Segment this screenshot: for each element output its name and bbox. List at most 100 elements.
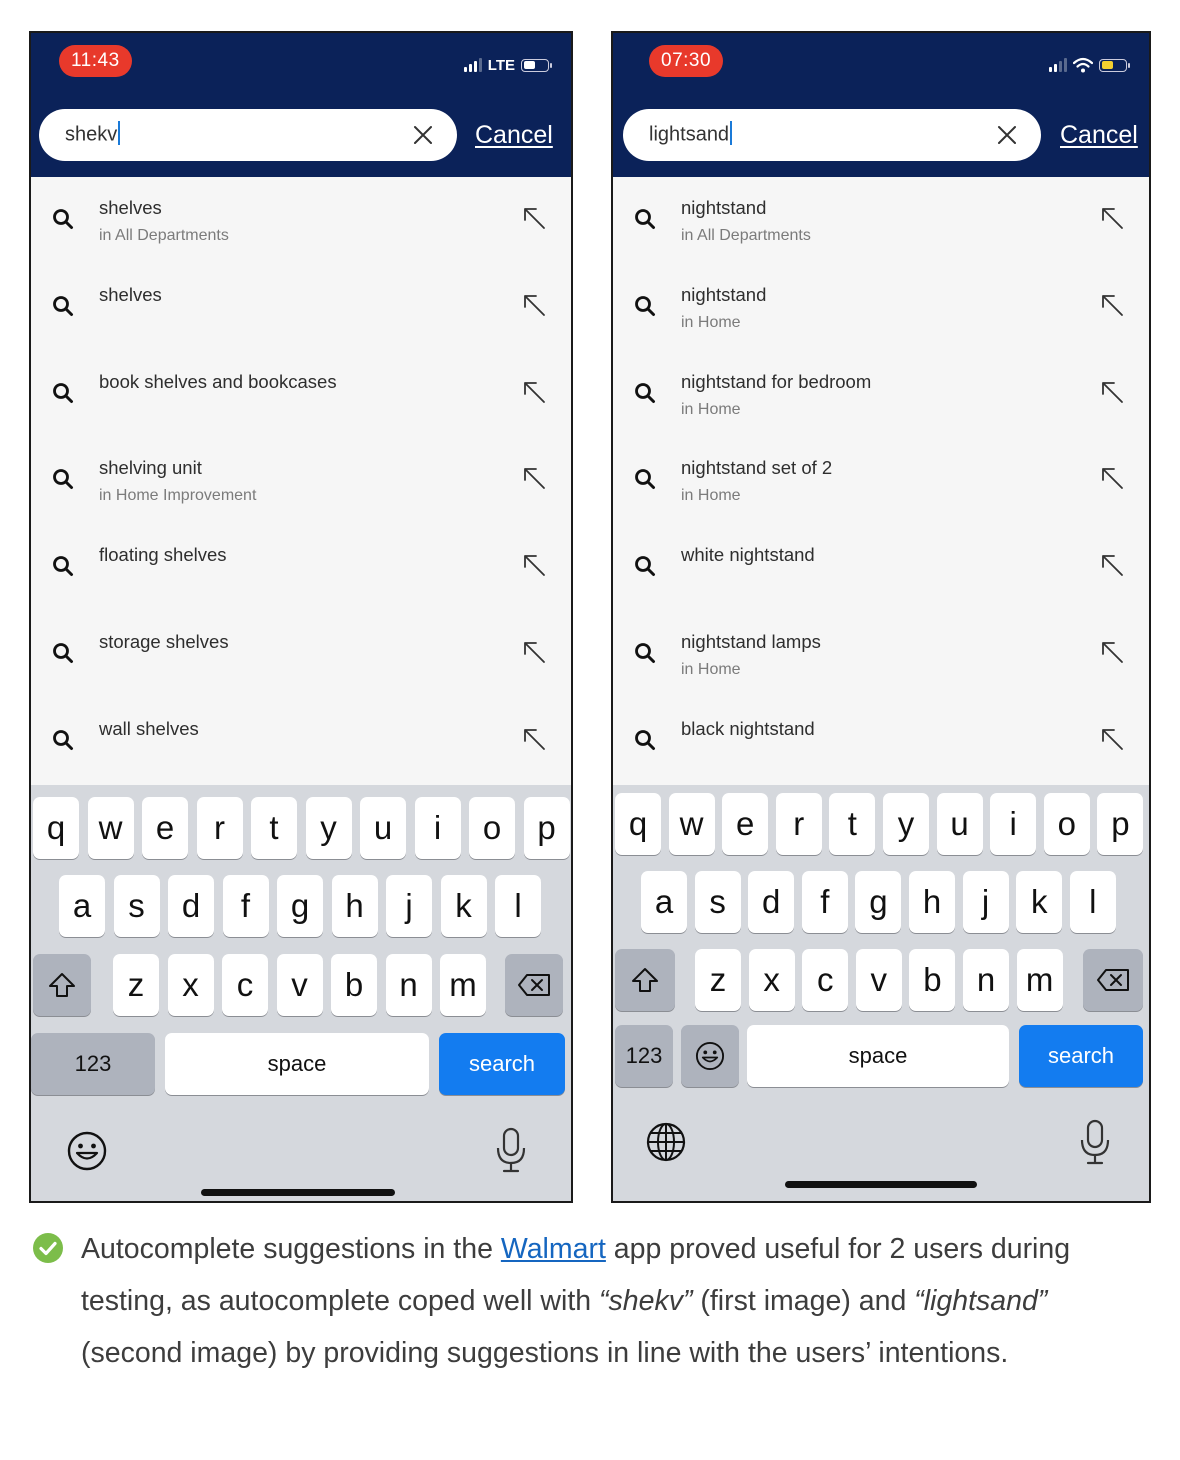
key-j[interactable]: j	[386, 875, 432, 937]
key-b[interactable]: b	[331, 954, 377, 1016]
key-o[interactable]: o	[469, 797, 515, 859]
fill-query-arrow-icon[interactable]	[521, 552, 547, 578]
key-e[interactable]: e	[722, 793, 769, 855]
key-y[interactable]: y	[305, 797, 352, 859]
space-key[interactable]: space	[165, 1033, 429, 1095]
fill-query-arrow-icon[interactable]	[1099, 205, 1125, 231]
fill-query-arrow-icon[interactable]	[521, 639, 547, 665]
space-key[interactable]: space	[747, 1025, 1009, 1087]
suggestion-item[interactable]: shelves in All Departments	[31, 177, 571, 264]
search-key[interactable]: search	[1019, 1025, 1143, 1087]
fill-query-arrow-icon[interactable]	[1099, 726, 1125, 752]
emoji-icon-button[interactable]	[65, 1129, 109, 1173]
walmart-link[interactable]: Walmart	[501, 1233, 606, 1265]
emoji-key[interactable]	[681, 1025, 739, 1087]
key-l[interactable]: l	[1069, 871, 1116, 933]
search-key[interactable]: search	[439, 1033, 565, 1095]
key-h[interactable]: h	[909, 871, 955, 933]
key-f[interactable]: f	[801, 871, 848, 933]
key-h[interactable]: h	[331, 875, 378, 937]
suggestion-item[interactable]: book shelves and bookcases	[31, 351, 571, 438]
fill-query-arrow-icon[interactable]	[1099, 379, 1125, 405]
key-k[interactable]: k	[440, 875, 487, 937]
clear-icon[interactable]	[995, 123, 1019, 147]
key-z[interactable]: z	[113, 954, 159, 1016]
key-r[interactable]: r	[775, 793, 822, 855]
fill-query-arrow-icon[interactable]	[521, 292, 547, 318]
key-v[interactable]: v	[276, 954, 323, 1016]
key-o[interactable]: o	[1043, 793, 1090, 855]
cancel-button[interactable]: Cancel	[475, 121, 553, 150]
key-z[interactable]: z	[695, 949, 741, 1011]
key-t[interactable]: t	[251, 797, 297, 859]
fill-query-arrow-icon[interactable]	[521, 726, 547, 752]
suggestion-item[interactable]: storage shelves	[31, 611, 571, 698]
cancel-button[interactable]: Cancel	[1060, 121, 1138, 150]
suggestion-item[interactable]: white nightstand	[613, 524, 1149, 611]
suggestion-item[interactable]: nightstand lamps in Home	[613, 611, 1149, 698]
suggestion-item[interactable]: nightstand for bedroom in Home	[613, 351, 1149, 438]
key-c[interactable]: c	[802, 949, 849, 1011]
key-i[interactable]: i	[414, 797, 461, 859]
key-r[interactable]: r	[196, 797, 243, 859]
clear-icon[interactable]	[411, 123, 435, 147]
fill-query-arrow-icon[interactable]	[1099, 639, 1125, 665]
key-p[interactable]: p	[1097, 793, 1144, 855]
key-u[interactable]: u	[360, 797, 406, 859]
fill-query-arrow-icon[interactable]	[1099, 465, 1125, 491]
suggestion-item[interactable]: nightstand set of 2 in Home	[613, 437, 1149, 524]
key-s[interactable]: s	[113, 875, 160, 937]
key-e[interactable]: e	[142, 797, 188, 859]
key-b[interactable]: b	[909, 949, 956, 1011]
fill-query-arrow-icon[interactable]	[1099, 292, 1125, 318]
shift-key[interactable]	[33, 954, 91, 1016]
suggestion-item[interactable]: wall shelves	[31, 698, 571, 785]
shift-key[interactable]	[615, 949, 675, 1011]
key-g[interactable]: g	[277, 875, 323, 937]
microphone-icon[interactable]	[1079, 1119, 1111, 1167]
key-n[interactable]: n	[963, 949, 1009, 1011]
key-m[interactable]: m	[440, 954, 486, 1016]
fill-query-arrow-icon[interactable]	[1099, 552, 1125, 578]
key-a[interactable]: a	[59, 875, 105, 937]
key-w[interactable]: w	[668, 793, 715, 855]
suggestion-item[interactable]: nightstand in Home	[613, 264, 1149, 351]
key-i[interactable]: i	[990, 793, 1037, 855]
suggestion-item[interactable]: shelves	[31, 264, 571, 351]
globe-icon[interactable]	[645, 1121, 687, 1163]
suggestion-item[interactable]: shelving unit in Home Improvement	[31, 437, 571, 524]
suggestion-item[interactable]: black nightstand	[613, 698, 1149, 785]
key-u[interactable]: u	[936, 793, 983, 855]
fill-query-arrow-icon[interactable]	[521, 379, 547, 405]
microphone-icon[interactable]	[495, 1127, 527, 1175]
key-k[interactable]: k	[1016, 871, 1063, 933]
key-x[interactable]: x	[748, 949, 795, 1011]
key-n[interactable]: n	[385, 954, 432, 1016]
key-c[interactable]: c	[222, 954, 268, 1016]
key-l[interactable]: l	[495, 875, 541, 937]
key-g[interactable]: g	[855, 871, 902, 933]
key-f[interactable]: f	[222, 875, 269, 937]
backspace-key[interactable]	[505, 954, 563, 1016]
search-input[interactable]: lightsand	[623, 109, 1041, 161]
search-input[interactable]: shekv	[39, 109, 457, 161]
key-q[interactable]: q	[615, 793, 661, 855]
key-q[interactable]: q	[33, 797, 79, 859]
key-t[interactable]: t	[829, 793, 876, 855]
key-a[interactable]: a	[641, 871, 687, 933]
key-d[interactable]: d	[748, 871, 795, 933]
fill-query-arrow-icon[interactable]	[521, 205, 547, 231]
fill-query-arrow-icon[interactable]	[521, 465, 547, 491]
numbers-key[interactable]: 123	[31, 1033, 155, 1095]
numbers-key[interactable]: 123	[615, 1025, 673, 1087]
key-p[interactable]: p	[523, 797, 570, 859]
key-j[interactable]: j	[962, 871, 1009, 933]
key-v[interactable]: v	[855, 949, 902, 1011]
key-s[interactable]: s	[694, 871, 741, 933]
backspace-key[interactable]	[1083, 949, 1143, 1011]
key-y[interactable]: y	[883, 793, 929, 855]
key-w[interactable]: w	[87, 797, 134, 859]
suggestion-item[interactable]: nightstand in All Departments	[613, 177, 1149, 264]
key-d[interactable]: d	[168, 875, 214, 937]
key-x[interactable]: x	[167, 954, 214, 1016]
